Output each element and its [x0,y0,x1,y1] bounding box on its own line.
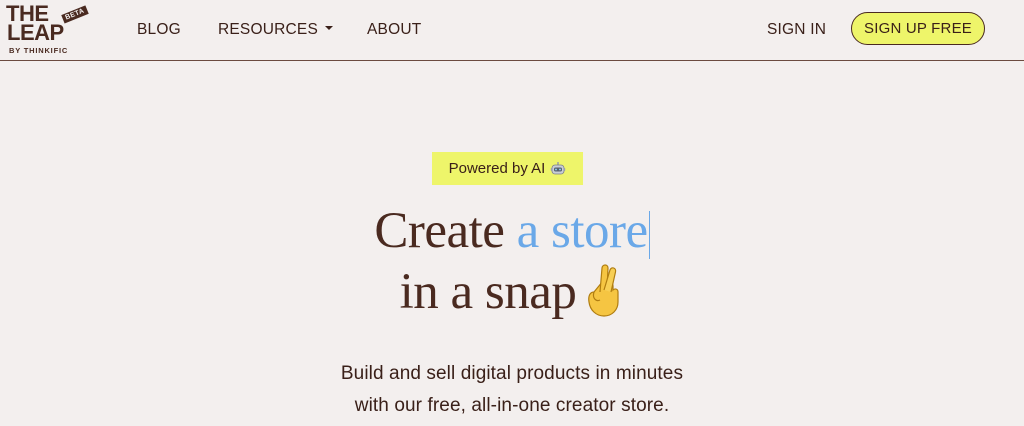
hero-heading-accent: a store [516,203,649,259]
badge-label: Powered by AI [448,160,546,177]
sign-up-free-button[interactable]: SIGN UP FREE [851,12,985,45]
hero-heading-plain: Create [374,203,517,259]
robot-icon [550,161,566,176]
hero-subtitle-line2: with our free, all-in-one creator store. [354,395,670,416]
hero-heading-line2-text: in a snap [399,264,577,320]
logo-line-leap: LEAP [7,20,64,45]
hero-subtitle-line1: Build and sell digital products in minut… [340,363,684,384]
powered-by-ai-badge: Powered by AI [432,152,583,185]
nav-resources-dropdown[interactable]: RESOURCES [218,0,333,60]
hero-heading-line2: in a snap [0,263,1024,324]
crossed-fingers-icon [580,262,624,318]
nav-about-link[interactable]: ABOUT [367,0,421,60]
chevron-down-icon [324,26,333,30]
site-header: THE LEAP BETA BY THINKIFIC BLOG RESOURCE… [0,0,1024,61]
typing-cursor [648,211,650,260]
nav-blog-link[interactable]: BLOG [137,0,181,60]
hero-subtitle: Build and sell digital products in minut… [0,358,1024,422]
the-leap-logo[interactable]: THE LEAP BETA BY THINKIFIC [6,3,89,56]
logo-byline: BY THINKIFIC [9,46,69,55]
sign-in-link[interactable]: SIGN IN [767,0,826,60]
nav-resources-label: RESOURCES [218,21,318,38]
hero-heading-line1: Create a store [0,202,1024,260]
